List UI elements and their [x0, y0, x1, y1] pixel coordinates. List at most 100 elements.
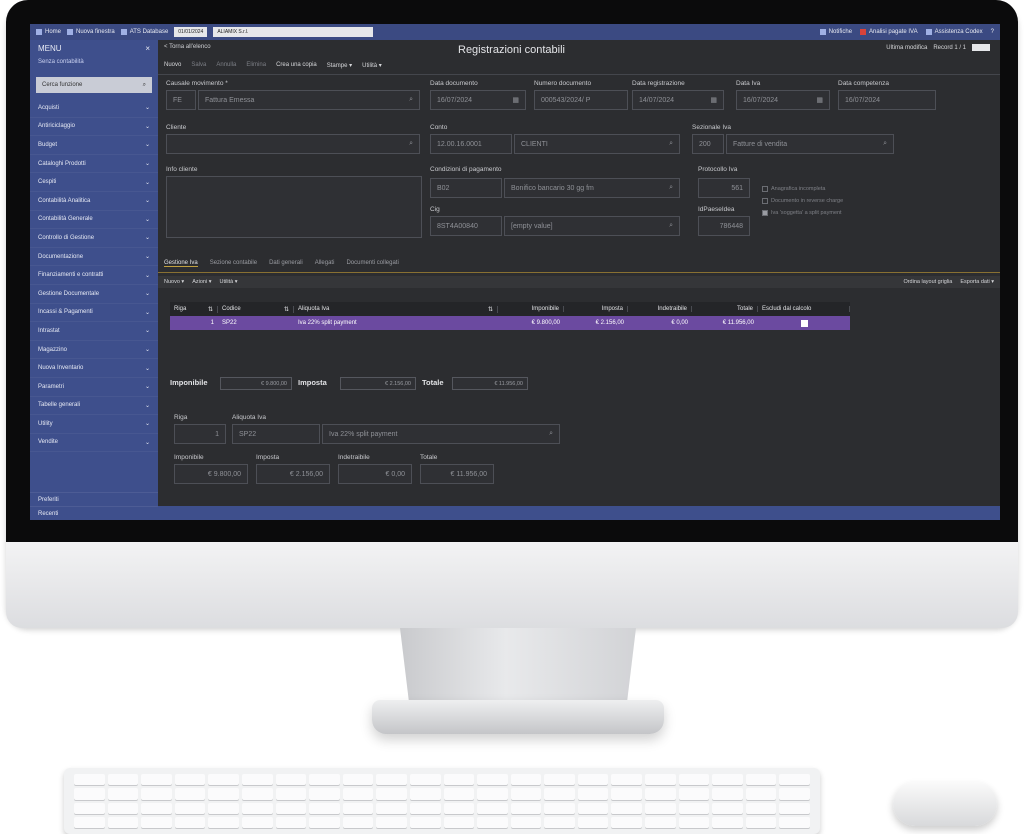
sidebar-item[interactable]: Magazzino ⌄ [30, 341, 158, 360]
database-button[interactable]: ATS Database [120, 29, 168, 35]
col-aliquota[interactable]: Aliquota Iva ⇅ [294, 305, 498, 313]
sidebar-item[interactable]: Gestione Documentale ⌄ [30, 285, 158, 304]
numero-documento-field[interactable]: 000543/2024/ P [534, 90, 628, 110]
col-escludi[interactable]: Escludi dal calcolo [758, 306, 850, 312]
grid-new-menu[interactable]: Nuovo ▾ [164, 279, 184, 285]
sidebar-item[interactable]: Nuova Inventario ⌄ [30, 359, 158, 378]
sidebar-item[interactable]: Budget ⌄ [30, 136, 158, 155]
sidebar-item[interactable]: Antiriciclaggio ⌄ [30, 118, 158, 137]
tab-documenti-collegati[interactable]: Documenti collegati [346, 260, 398, 267]
checkbox-split-payment[interactable]: Iva 'soggetta' a split payment [762, 210, 842, 216]
data-registrazione-field[interactable]: 14/07/2024 ▦ [632, 90, 724, 110]
date-select[interactable]: 01/01/2024 [174, 27, 208, 37]
toggle-switch[interactable] [972, 44, 990, 51]
tab-sezione-contabile[interactable]: Sezione contabile [210, 260, 257, 267]
condizioni-code-field[interactable]: B02 [430, 178, 502, 198]
alert-icon [860, 29, 867, 35]
new-window-button[interactable]: Nuova finestra [67, 29, 115, 35]
sidebar-item[interactable]: Contabilità Generale ⌄ [30, 211, 158, 230]
sidebar-item[interactable]: Cespiti ⌄ [30, 173, 158, 192]
grid-actions-menu[interactable]: Azioni ▾ [192, 279, 211, 285]
keyboard-key [544, 816, 575, 828]
sidebar-item[interactable]: Documentazione ⌄ [30, 248, 158, 267]
causale-code-field[interactable]: FE [166, 90, 196, 110]
delete-button[interactable]: Elimina [246, 62, 266, 69]
sidebar-item[interactable]: Acquisti ⌄ [30, 99, 158, 118]
conto-select[interactable]: CLIENTI ⌕ [514, 134, 680, 154]
company-select[interactable]: ALIAMIX S.r.l. [213, 27, 374, 37]
tab-dati-generali[interactable]: Dati generali [269, 260, 303, 267]
record-navigator[interactable]: Record 1 / 1 [933, 45, 966, 51]
data-competenza-field[interactable]: 16/07/2024 [838, 90, 936, 110]
cancel-button[interactable]: Annulla [216, 62, 236, 69]
keyboard-key [779, 788, 810, 800]
col-imposta[interactable]: Imposta [564, 306, 628, 312]
detail-aliquota-select[interactable]: Iva 22% split payment ⌕ [322, 424, 560, 444]
sidebar-item[interactable]: Tabelle generali ⌄ [30, 397, 158, 416]
table-row[interactable]: 1 SP22 Iva 22% split payment € 9.800,00 … [170, 316, 850, 330]
col-imponibile[interactable]: Imponibile [498, 306, 564, 312]
print-menu[interactable]: Stampe ▾ [327, 62, 352, 69]
sidebar-item[interactable]: Controllo di Gestione ⌄ [30, 229, 158, 248]
sidebar-favorites[interactable]: Preferiti [30, 492, 158, 506]
col-codice[interactable]: Codice ⇅ [218, 305, 294, 313]
utility-menu[interactable]: Utilità ▾ [362, 62, 382, 69]
sidebar-recent[interactable]: Recenti [30, 506, 158, 520]
sidebar-item[interactable]: Intrastat ⌄ [30, 322, 158, 341]
cliente-select[interactable]: ⌕ [166, 134, 420, 154]
new-button[interactable]: Nuovo [164, 62, 181, 69]
help-button[interactable]: ? [991, 29, 994, 35]
idpaese-field[interactable]: 786448 [698, 216, 750, 236]
checkbox-reverse-charge[interactable]: Documento in reverse charge [762, 198, 843, 204]
grid-layout-button[interactable]: Ordina layout griglia [903, 279, 952, 285]
detail-totale-field[interactable]: € 11.956,00 [420, 464, 494, 484]
col-totale[interactable]: Totale [692, 306, 758, 312]
checkbox-anagrafica[interactable]: Anagrafica incompleta [762, 186, 825, 192]
sidebar-item[interactable]: Utility ⌄ [30, 415, 158, 434]
sidebar-item[interactable]: Cataloghi Prodotti ⌄ [30, 155, 158, 174]
data-documento-label: Data documento [430, 80, 478, 87]
tab-gestione-iva[interactable]: Gestione Iva [164, 260, 198, 267]
user-button[interactable]: Assistenza Codex [925, 29, 983, 35]
sidebar-subtitle[interactable]: Senza contabilità [30, 57, 158, 67]
conto-code-field[interactable]: 12.00.16.0001 [430, 134, 512, 154]
cig-code-field[interactable]: 8ST4A00840 [430, 216, 502, 236]
protocollo-field[interactable]: 561 [698, 178, 750, 198]
sidebar-item[interactable]: Finanziamenti e contratti ⌄ [30, 266, 158, 285]
info-cliente-textarea[interactable] [166, 176, 422, 238]
col-indetraibile[interactable]: Indetraibile [628, 306, 692, 312]
detail-aliquota-code-field[interactable]: SP22 [232, 424, 320, 444]
data-documento-field[interactable]: 16/07/2024 ▦ [430, 90, 526, 110]
detail-riga-field[interactable]: 1 [174, 424, 226, 444]
sidebar-item[interactable]: Parametri ⌄ [30, 378, 158, 397]
home-button[interactable]: Home [36, 29, 61, 35]
escludi-checkbox[interactable] [800, 319, 808, 327]
back-to-list-link[interactable]: < Torna all'elenco [164, 44, 211, 50]
grid-utility-menu[interactable]: Utilità ▾ [219, 279, 237, 285]
last-modified-button[interactable]: Ultima modifica [886, 45, 927, 51]
sezionale-code-field[interactable]: 200 [692, 134, 724, 154]
analysis-button[interactable]: Analisi pagate IVA [860, 29, 918, 35]
condizioni-select[interactable]: Bonifico bancario 30 gg fm ⌕ [504, 178, 680, 198]
cig-select[interactable]: [empty value] ⌕ [504, 216, 680, 236]
data-iva-field[interactable]: 16/07/2024 ▦ [736, 90, 830, 110]
function-search-input[interactable]: Cerca funzione ⌕ [36, 77, 152, 93]
notifications-button[interactable]: Notifiche [819, 29, 852, 35]
tab-allegati[interactable]: Allegati [315, 260, 335, 267]
close-icon[interactable]: × [145, 44, 150, 53]
sidebar-item[interactable]: Incassi & Pagamenti ⌄ [30, 304, 158, 323]
detail-indetraibile-field[interactable]: € 0,00 [338, 464, 412, 484]
causale-select[interactable]: Fattura Emessa ⌕ [198, 90, 420, 110]
save-button[interactable]: Salva [191, 62, 206, 69]
sezionale-select[interactable]: Fatture di vendita ⌕ [726, 134, 894, 154]
export-data-menu[interactable]: Esporta dati ▾ [960, 279, 994, 285]
sidebar-item[interactable]: Contabilità Analitica ⌄ [30, 192, 158, 211]
col-label: Totale [736, 306, 753, 312]
sidebar-item[interactable]: Vendite ⌄ [30, 434, 158, 453]
data-competenza-label: Data competenza [838, 80, 889, 87]
detail-imposta-field[interactable]: € 2.156,00 [256, 464, 330, 484]
detail-imponibile-field[interactable]: € 9.800,00 [174, 464, 248, 484]
detail-imposta-label: Imposta [256, 454, 280, 461]
copy-button[interactable]: Crea una copia [276, 62, 317, 69]
col-riga[interactable]: Riga ⇅ [170, 305, 218, 313]
